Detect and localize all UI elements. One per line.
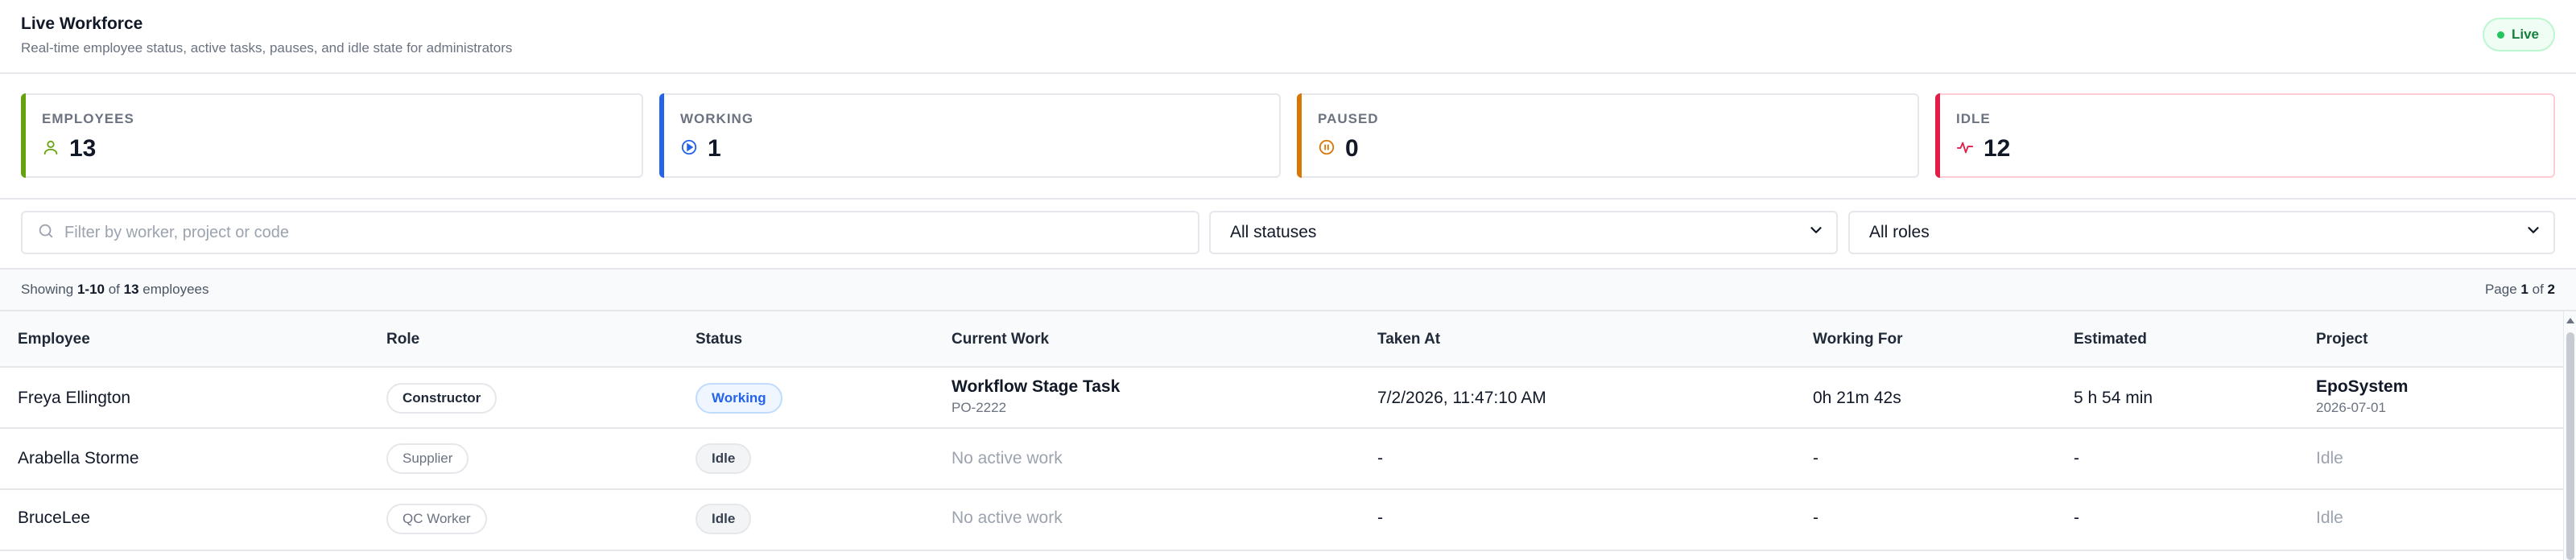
column-header-status[interactable]: Status [696, 331, 742, 348]
column-header-role[interactable]: Role [386, 331, 419, 348]
role-badge: QC Worker [386, 504, 487, 534]
stat-accent-bar [659, 93, 664, 178]
page-title: Live Workforce [21, 14, 143, 33]
stat-accent-bar [1297, 93, 1302, 178]
page-header: Live Workforce Real-time employee status… [0, 0, 2576, 74]
stat-card-employees: EMPLOYEES 13 [21, 93, 643, 178]
working-for: - [1813, 509, 1818, 527]
column-header-working-for[interactable]: Working For [1813, 331, 1903, 348]
page-subtitle: Real-time employee status, active tasks,… [21, 40, 513, 56]
current-work: No active work [952, 509, 1063, 527]
current-work: No active work [952, 449, 1063, 467]
status-filter-value: All statuses [1230, 223, 1317, 241]
role-badge: Constructor [386, 383, 497, 414]
column-header-employee[interactable]: Employee [18, 331, 90, 348]
stat-label: PAUSED [1318, 111, 1379, 126]
table-row[interactable]: Arabella Storme Supplier Idle No active … [0, 429, 2563, 490]
showing-count: Showing 1-10 of 13 employees [21, 282, 209, 297]
employee-name: BruceLee [18, 509, 90, 527]
live-dot-icon [2496, 31, 2504, 39]
table-row[interactable]: BruceLee QC Worker Idle No active work -… [0, 490, 2563, 551]
project: Idle [2316, 449, 2343, 467]
column-header-current-work[interactable]: Current Work [952, 331, 1049, 348]
estimated: 5 h 54 min [2074, 389, 2153, 407]
employee-name: Arabella Storme [18, 449, 139, 467]
stat-value: 13 [69, 135, 97, 162]
table-row[interactable]: Freya Ellington Constructor Working Work… [0, 368, 2563, 429]
search-box[interactable] [21, 211, 1199, 254]
project: Idle [2316, 509, 2343, 527]
live-badge: Live [2482, 18, 2555, 51]
stat-label: WORKING [680, 111, 754, 126]
column-header-estimated[interactable]: Estimated [2074, 331, 2147, 348]
stat-label: EMPLOYEES [42, 111, 134, 126]
table-header: Employee Role Status Current Work Taken … [0, 311, 2563, 368]
chevron-down-icon [1807, 221, 1825, 244]
page-indicator: Page 1 of 2 [2484, 282, 2555, 297]
status-filter-select[interactable]: All statuses [1209, 211, 1838, 254]
working-for: 0h 21m 42s [1813, 389, 1901, 407]
taken-at: - [1377, 449, 1383, 467]
role-filter-select[interactable]: All roles [1848, 211, 2555, 254]
stat-value: 1 [708, 135, 721, 162]
results-summary: Showing 1-10 of 13 employees Page 1 of 2 [0, 270, 2576, 311]
scroll-thumb[interactable] [2566, 332, 2574, 560]
estimated: - [2074, 449, 2079, 467]
role-badge: Supplier [386, 443, 469, 474]
search-icon [37, 222, 55, 244]
estimated: - [2074, 509, 2079, 527]
taken-at: 7/2/2026, 11:47:10 AM [1377, 389, 1546, 407]
status-badge: Working [696, 383, 782, 414]
project: EpoSystem 2026-07-01 [2316, 377, 2408, 416]
stat-card-working: WORKING 1 [659, 93, 1281, 178]
status-badge: Idle [696, 443, 752, 474]
employee-name: Freya Ellington [18, 389, 131, 407]
stat-label: IDLE [1956, 111, 1991, 126]
stat-card-idle: IDLE 12 [1935, 93, 2555, 178]
chevron-down-icon [2524, 221, 2542, 244]
stat-accent-bar [21, 93, 26, 178]
column-header-project[interactable]: Project [2316, 331, 2368, 348]
stat-card-paused: PAUSED 0 [1297, 93, 1919, 178]
search-input[interactable] [64, 223, 1159, 242]
work-code: PO-2222 [952, 400, 1007, 415]
stats-panel: EMPLOYEES 13 WORKING 1 PAUSED 0 IDLE 12 [0, 74, 2576, 200]
working-for: - [1813, 449, 1818, 467]
current-work: Workflow Stage Task PO-2222 [952, 377, 1120, 416]
stat-value: 12 [1984, 135, 2011, 162]
stat-accent-bar [1935, 93, 1940, 178]
column-header-taken-at[interactable]: Taken At [1377, 331, 1440, 348]
role-filter-value: All roles [1869, 223, 1930, 241]
taken-at: - [1377, 509, 1383, 527]
person-icon [42, 138, 60, 160]
pause-circle-icon [1318, 138, 1335, 160]
scroll-up-arrow-icon[interactable] [2566, 318, 2574, 323]
table-scrollbar[interactable] [2563, 311, 2576, 560]
work-title: Workflow Stage Task [952, 377, 1121, 396]
live-label: Live [2511, 27, 2539, 42]
stat-value: 0 [1345, 135, 1359, 162]
activity-icon [1956, 138, 1974, 160]
project-name: EpoSystem [2316, 377, 2409, 396]
status-badge: Idle [696, 504, 752, 534]
project-date: 2026-07-01 [2316, 400, 2386, 415]
filter-bar: All statuses All roles [0, 200, 2576, 270]
play-circle-icon [680, 138, 698, 160]
